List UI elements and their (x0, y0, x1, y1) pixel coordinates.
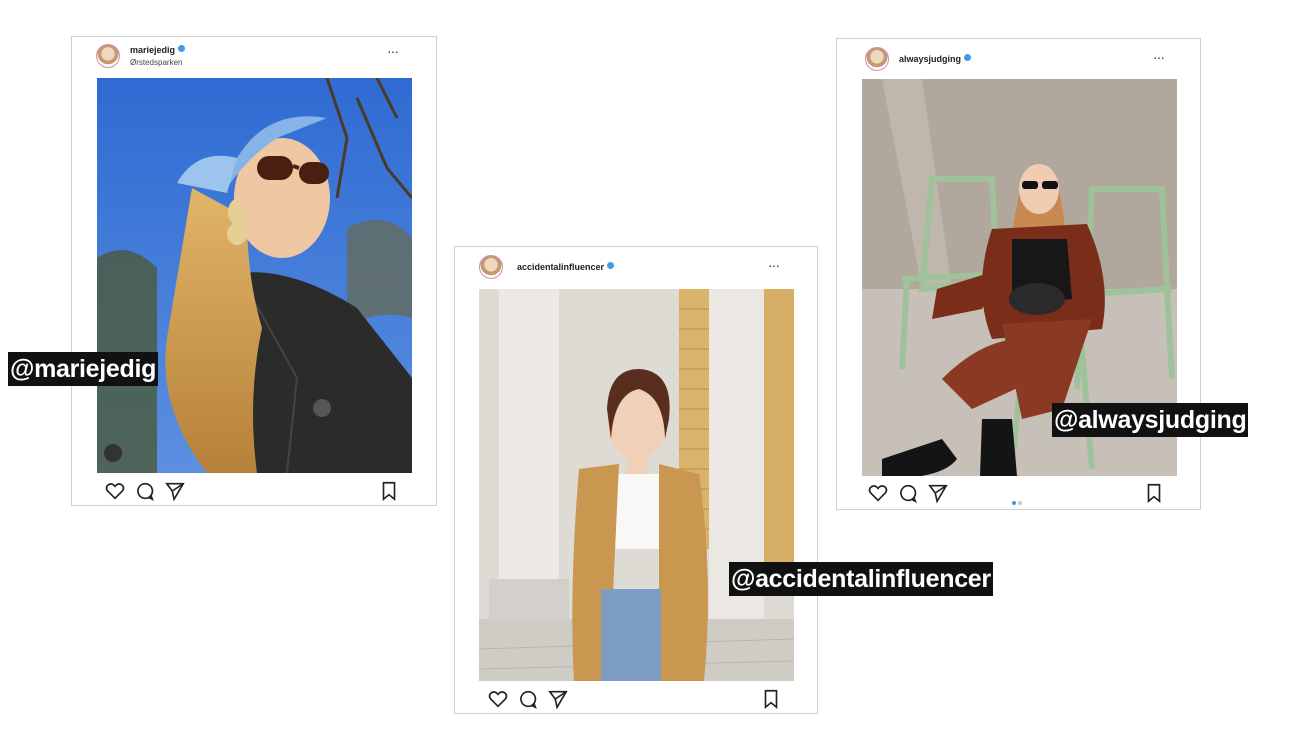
username[interactable]: mariejedig (130, 45, 186, 55)
verified-icon (964, 54, 972, 61)
comment-icon[interactable] (517, 688, 539, 710)
location[interactable]: Ørstedsparken (130, 58, 182, 67)
post-photo[interactable] (479, 289, 794, 681)
share-icon[interactable] (164, 480, 186, 502)
post-mariejedig: mariejedig Ørstedsparken ··· (71, 36, 437, 506)
action-bar (837, 482, 1200, 510)
avatar[interactable] (479, 255, 503, 279)
handle-tag-accidentalinfluencer: @accidentalinfluencer (729, 562, 993, 596)
photo-woman-headscarf (97, 78, 412, 473)
share-icon[interactable] (927, 482, 949, 504)
avatar[interactable] (865, 47, 889, 71)
username-text[interactable]: accidentalinfluencer (517, 262, 604, 272)
handle-tag-mariejedig: @mariejedig (8, 352, 159, 386)
post-header: alwaysjudging ··· (837, 39, 1200, 77)
heart-icon[interactable] (104, 480, 126, 502)
carousel-dots (1011, 492, 1026, 505)
action-bar (72, 480, 436, 508)
handle-tag-alwaysjudging: @alwaysjudging (1052, 403, 1249, 437)
username-text[interactable]: mariejedig (130, 45, 175, 55)
username-text[interactable]: alwaysjudging (899, 54, 961, 64)
username[interactable]: alwaysjudging (899, 54, 972, 64)
post-header: mariejedig Ørstedsparken ··· (72, 37, 436, 75)
comment-icon[interactable] (897, 482, 919, 504)
avatar[interactable] (96, 44, 120, 68)
comment-icon[interactable] (134, 480, 156, 502)
bookmark-icon[interactable] (760, 688, 782, 710)
share-icon[interactable] (547, 688, 569, 710)
username[interactable]: accidentalinfluencer (517, 262, 615, 272)
verified-icon (178, 45, 186, 52)
heart-icon[interactable] (487, 688, 509, 710)
verified-icon (607, 262, 615, 269)
more-icon[interactable]: ··· (387, 43, 399, 59)
bookmark-icon[interactable] (378, 480, 400, 502)
post-photo[interactable] (97, 78, 412, 473)
post-accidentalinfluencer: accidentalinfluencer ··· (454, 246, 818, 714)
heart-icon[interactable] (867, 482, 889, 504)
post-header: accidentalinfluencer ··· (455, 247, 817, 285)
more-icon[interactable]: ··· (1153, 49, 1165, 65)
action-bar (455, 688, 817, 716)
post-alwaysjudging: alwaysjudging ··· (836, 38, 1201, 510)
bookmark-icon[interactable] (1143, 482, 1165, 504)
photo-woman-marble-wall (479, 289, 794, 681)
more-icon[interactable]: ··· (768, 257, 780, 273)
